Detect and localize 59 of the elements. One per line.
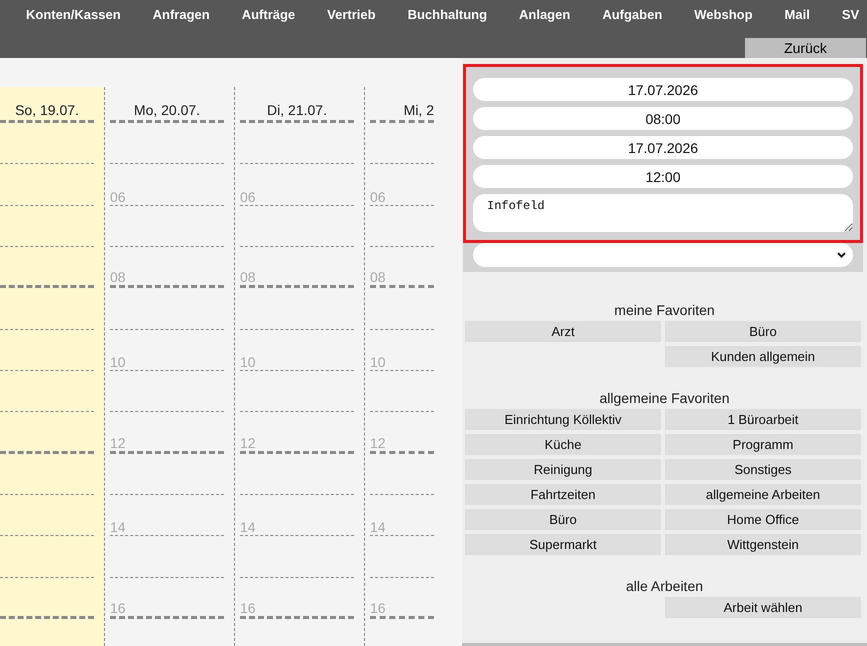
hour-label: 12: [370, 436, 386, 450]
task-button[interactable]: 1 Büroarbeit: [665, 409, 861, 430]
hour-label: 16: [370, 600, 386, 615]
task-button[interactable]: Home Office: [665, 509, 861, 530]
hour-label: 14: [370, 520, 386, 534]
nav-menu-item[interactable]: Mail: [768, 7, 826, 30]
section-heading: meine Favoriten: [613, 301, 716, 319]
dropdown-field[interactable]: [473, 243, 853, 267]
nav-menu-item[interactable]: Aufgaben: [586, 7, 678, 30]
task-button[interactable]: allgemeine Arbeiten: [665, 484, 861, 505]
nav-menu-item[interactable]: Anlagen: [503, 7, 586, 30]
hour-label: 10: [240, 354, 256, 369]
day-header: Mo, 20.07.: [134, 101, 200, 119]
task-button[interactable]: Sonstiges: [665, 459, 861, 480]
day-header: Di, 21.07.: [267, 101, 327, 119]
chevron-down-icon: [837, 252, 846, 258]
task-button[interactable]: Küche: [465, 434, 661, 455]
hour-label: 08: [370, 270, 386, 284]
task-button[interactable]: Büro: [665, 321, 861, 342]
nav-menu-item[interactable]: Vertrieb: [311, 7, 392, 30]
nav-menu-item[interactable]: SV: [826, 7, 867, 30]
hour-label: 14: [240, 520, 256, 534]
task-button[interactable]: Arbeit wählen: [665, 597, 861, 618]
task-button[interactable]: Kunden allgemein: [665, 346, 861, 367]
task-button[interactable]: Programm: [665, 434, 861, 455]
nav-menu-item[interactable]: Webshop: [678, 7, 769, 30]
section-heading: alle Arbeiten: [624, 577, 704, 595]
hour-label: 12: [110, 436, 126, 450]
hour-label: 06: [240, 190, 256, 204]
nav-menu-item[interactable]: Anfragen: [136, 7, 226, 30]
task-button[interactable]: Arzt: [465, 321, 661, 342]
section-heading: allgemeine Favoriten: [598, 389, 730, 407]
nav-menu-item[interactable]: Aufträge: [226, 7, 312, 30]
hour-label: 16: [240, 600, 256, 615]
hour-label: 08: [240, 270, 256, 284]
text-area[interactable]: Infofeld: [473, 194, 853, 232]
task-button[interactable]: Reinigung: [465, 459, 661, 480]
task-button[interactable]: Büro: [465, 509, 661, 530]
input-field[interactable]: 17.07.2026: [473, 136, 853, 159]
task-button[interactable]: Supermarkt: [465, 534, 661, 555]
task-button[interactable]: Fahrtzeiten: [465, 484, 661, 505]
hour-label: 10: [110, 354, 126, 369]
nav-menu-item[interactable]: Konten/Kassen: [10, 7, 137, 30]
hour-label: 10: [370, 354, 386, 369]
back-button[interactable]: Zurück: [745, 38, 866, 58]
task-button[interactable]: Wittgenstein: [665, 534, 861, 555]
task-button[interactable]: Einrichtung Köllektiv: [465, 409, 661, 430]
hour-label: 12: [240, 436, 256, 450]
input-field[interactable]: 17.07.2026: [473, 78, 853, 101]
day-header: Mi, 2: [404, 101, 434, 119]
input-field[interactable]: 08:00: [473, 107, 853, 130]
hour-label: 16: [110, 600, 126, 615]
input-field[interactable]: 12:00: [473, 165, 853, 188]
nav-menu-item[interactable]: Buchhaltung: [392, 7, 504, 30]
hour-label: 08: [110, 270, 126, 284]
hour-label: 14: [110, 520, 126, 534]
hour-label: 06: [110, 190, 126, 204]
hour-label: 06: [370, 190, 386, 204]
day-header: So, 19.07.: [15, 101, 79, 119]
